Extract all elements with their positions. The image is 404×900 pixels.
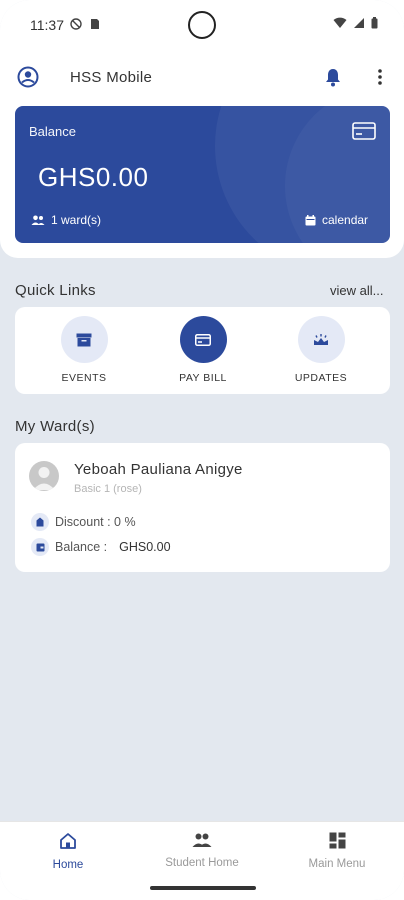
quick-link-pay-bill[interactable]: PAY BILL [158,316,248,384]
calendar-icon [305,214,316,225]
balance-amount: GHS0.00 [38,162,149,192]
quick-link-updates[interactable]: UPDATES [276,316,366,384]
app-bar: HSS Mobile [0,60,404,96]
wifi-icon [333,17,347,28]
home-icon [60,833,76,849]
view-all-link[interactable]: view all... [330,283,383,298]
ward-name: Yeboah Pauliana Anigye [74,461,243,478]
quick-links-card: EVENTS PAY BILL UPDATES [15,307,390,394]
tag-icon [36,517,44,527]
calendar-link[interactable]: calendar [305,213,368,227]
quick-link-label: EVENTS [61,372,107,384]
home-indicator [150,886,256,890]
do-not-disturb-icon [70,18,82,30]
battery-icon [371,17,378,29]
ward-card[interactable]: Yeboah Pauliana Anigye Basic 1 (rose) Di… [15,443,390,572]
balance-card[interactable]: Balance GHS0.00 1 ward(s) calendar [15,106,390,243]
sim-card-icon [91,19,99,29]
quick-link-label: UPDATES [294,372,348,384]
status-right-icons [333,17,378,29]
signal-icon [354,18,364,28]
events-icon-circle [60,316,108,363]
app-screen: 11:37 HSS Mobile Balance GHS0.00 1 ward(… [0,0,404,900]
ward-balance-row: Balance : GHS0.00 [31,538,171,556]
ward-class: Basic 1 (rose) [74,483,142,495]
camera-cutout [188,11,216,39]
people-icon [31,215,45,225]
archive-box-icon [76,333,92,346]
balance-row-label: Balance : [55,540,108,554]
wallet-icon [36,543,44,551]
nav-main-menu[interactable]: Main Menu [282,832,392,870]
quick-links-title: Quick Links [15,282,96,299]
discount-icon-circle [31,513,49,531]
credit-card-icon [195,333,211,346]
quick-link-events[interactable]: EVENTS [39,316,129,384]
notification-bell-icon[interactable] [322,66,344,88]
nav-home[interactable]: Home [13,832,123,871]
updates-icon-circle [297,316,345,363]
pay-bill-icon-circle [179,316,227,363]
more-options-icon[interactable] [372,66,388,88]
app-title: HSS Mobile [70,69,153,86]
dashboard-icon [329,832,345,849]
balance-label: Balance [29,124,76,139]
discount-label: Discount : 0 % [55,515,136,529]
balance-row-value: GHS0.00 [119,540,171,554]
nav-label: Home [52,859,84,871]
nav-student-home[interactable]: Student Home [147,832,257,869]
status-bar: 11:37 [0,0,404,50]
credit-card-icon [352,122,376,140]
people-icon [192,833,212,847]
crown-icon [314,333,328,345]
avatar [29,461,59,491]
wards-count-label: 1 ward(s) [51,213,102,227]
my-wards-title: My Ward(s) [15,418,95,435]
profile-icon[interactable] [17,66,39,88]
person-placeholder-icon [33,467,55,490]
ward-discount-row: Discount : 0 % [31,513,136,531]
status-time: 11:37 [30,17,64,33]
balance-icon-circle [31,538,49,556]
quick-link-label: PAY BILL [179,372,227,384]
calendar-label: calendar [322,213,369,227]
nav-label: Main Menu [308,858,366,870]
wards-count[interactable]: 1 ward(s) [31,213,101,227]
nav-label: Student Home [165,857,239,869]
status-left-icons [70,18,100,30]
header-area: 11:37 HSS Mobile Balance GHS0.00 1 ward(… [0,0,404,258]
